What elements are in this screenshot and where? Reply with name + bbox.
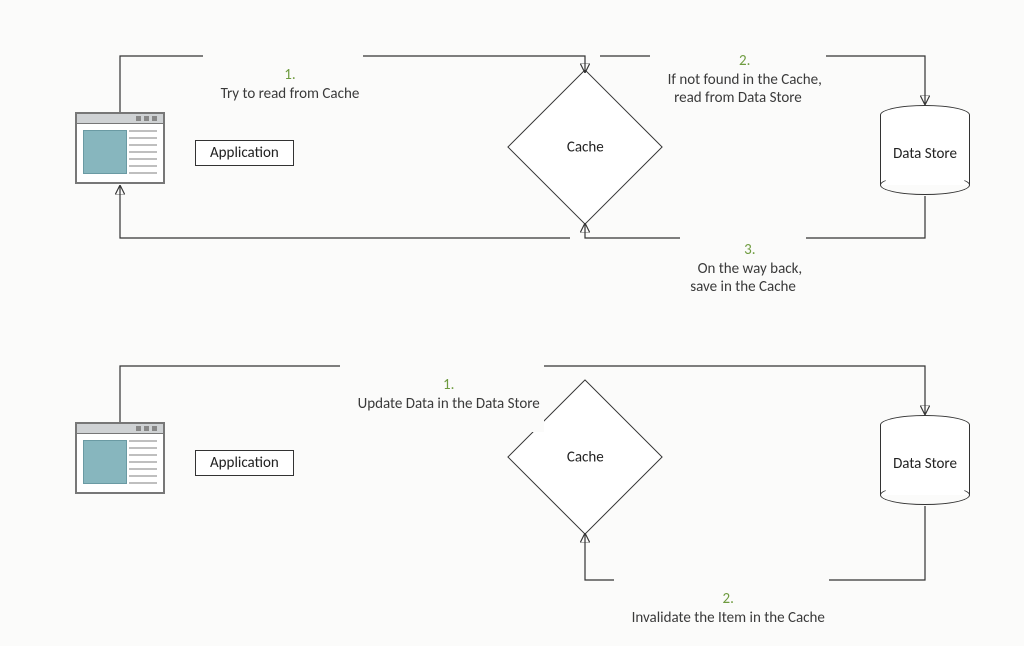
- cache-label: Cache: [567, 448, 604, 466]
- flow-lines-top: [0, 0, 1024, 641]
- datastore-label: Data Store: [893, 455, 957, 473]
- step-number: 1.: [284, 66, 295, 84]
- step-text: Invalidate the Item in the Cache: [632, 609, 825, 627]
- datastore-node: Data Store: [880, 415, 970, 505]
- step-number: 2.: [723, 590, 734, 608]
- flow-step-1: 1. Try to read from Cache: [203, 47, 363, 122]
- flow-step-1: 1. Update Data in the Data Store: [340, 357, 544, 432]
- flow-step-2: 2. If not found in the Cache, read from …: [650, 33, 826, 127]
- step-text: On the way back, save in the Cache: [690, 260, 802, 297]
- application-node-label: Application: [195, 140, 294, 166]
- datastore-label: Data Store: [893, 145, 957, 163]
- flow-step-3: 3. On the way back, save in the Cache: [680, 222, 806, 316]
- flow-step-2: 2. Invalidate the Item in the Cache: [614, 571, 829, 646]
- step-text: If not found in the Cache, read from Dat…: [668, 71, 822, 108]
- step-number: 3.: [744, 241, 755, 259]
- flow-lines-bottom: [0, 0, 1024, 641]
- step-text: Try to read from Cache: [221, 85, 360, 103]
- cache-node: Cache: [507, 69, 663, 225]
- datastore-node: Data Store: [880, 105, 970, 195]
- step-number: 1.: [443, 376, 454, 394]
- cache-label: Cache: [567, 138, 604, 156]
- application-node-label: Application: [195, 450, 294, 476]
- step-text: Update Data in the Data Store: [358, 395, 540, 413]
- step-number: 2.: [739, 52, 750, 70]
- application-icon: [75, 112, 165, 184]
- application-icon: [75, 422, 165, 494]
